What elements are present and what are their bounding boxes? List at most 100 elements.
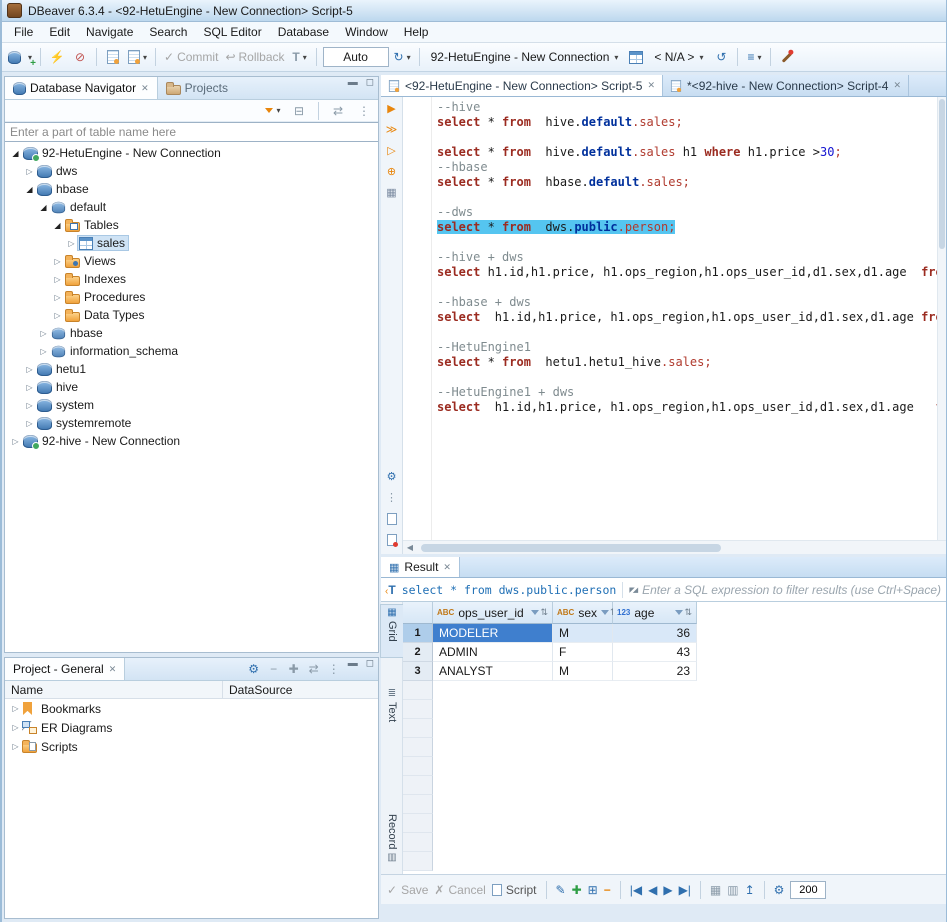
menu-file[interactable]: File (6, 23, 41, 41)
export-script-icon[interactable] (387, 513, 397, 525)
editor-line[interactable] (403, 130, 936, 145)
schema-combo[interactable]: < N/A > ▾ (649, 50, 708, 64)
editor-line[interactable]: select * from hbase.default.sales; (403, 175, 936, 190)
commit-button[interactable]: ✓ Commit (162, 46, 220, 68)
minimize-icon[interactable]: ▬ (344, 77, 362, 99)
expand-arrow-icon[interactable]: ▷ (37, 329, 50, 338)
tree-item-views[interactable]: ▷Views (5, 252, 378, 270)
last-record-icon[interactable]: ▶| (679, 883, 691, 897)
disconnect-button[interactable]: ⊘ (70, 46, 90, 68)
add-row-icon[interactable]: ✚ (572, 883, 582, 897)
editor-line[interactable] (403, 235, 936, 250)
cell-sex[interactable]: M (553, 662, 613, 681)
view-menu-button[interactable]: ⋮ (354, 100, 374, 122)
editor-line[interactable] (403, 325, 936, 340)
maximize-icon[interactable]: ◻ (362, 77, 378, 99)
collapse-arrow-icon[interactable]: ◢ (37, 203, 50, 212)
gear-icon[interactable]: ⚙ (244, 658, 264, 680)
close-icon[interactable]: ✕ (443, 562, 451, 573)
editor-line[interactable]: select h1.id,h1.price, h1.ops_region,h1.… (403, 400, 936, 415)
fetch-size-input[interactable] (790, 881, 826, 899)
tree-item-dws[interactable]: ▷dws (5, 162, 378, 180)
tree-item-tables[interactable]: ◢Tables (5, 216, 378, 234)
open-sql-script-button[interactable]: ▾ (126, 46, 149, 68)
result-query-text[interactable]: select * from dws.public.person (402, 583, 617, 597)
expand-arrow-icon[interactable]: ▷ (23, 419, 36, 428)
editor-line[interactable]: --HetuEngine1 + dws (403, 385, 936, 400)
new-sql-editor-button[interactable] (103, 46, 123, 68)
edit-value-icon[interactable]: ✎ (556, 883, 566, 897)
expand-arrow-icon[interactable]: ▷ (23, 401, 36, 410)
table-row[interactable]: 3ANALYSTM23 (403, 662, 946, 681)
expand-arrow-icon[interactable]: ▷ (51, 257, 64, 266)
editor-line[interactable]: select * from hetu1.hetu1_hive.sales; (403, 355, 936, 370)
filter-icon[interactable]: ⇅ (675, 607, 692, 618)
menu-help[interactable]: Help (396, 23, 437, 41)
tree-item-hbase[interactable]: ◢hbase (5, 180, 378, 198)
tab-database-navigator[interactable]: Database Navigator ✕ (5, 77, 158, 99)
scrollbar-thumb[interactable] (421, 544, 721, 552)
expand-arrow-icon[interactable]: ▷ (9, 437, 22, 446)
expand-button[interactable]: ✚ (284, 658, 304, 680)
table-search-input[interactable] (5, 122, 378, 142)
cell-sex[interactable]: F (553, 643, 613, 662)
rollback-button[interactable]: ↩ Rollback (223, 46, 286, 68)
editor-line[interactable]: select * from dws.public.person; (403, 220, 936, 235)
project-item-bookmarks[interactable]: ▷Bookmarks (5, 699, 378, 718)
editor-line[interactable]: select * from hive.default.sales h1 wher… (403, 145, 936, 160)
menu-sql-editor[interactable]: SQL Editor (195, 23, 269, 41)
expand-arrow-icon[interactable]: ▷ (51, 293, 64, 302)
export-data-icon[interactable]: ↥ (745, 883, 755, 897)
tree-item-hetu1[interactable]: ▷hetu1 (5, 360, 378, 378)
collapse-arrow-icon[interactable]: ◢ (51, 221, 64, 230)
tab-script-4[interactable]: *<92-hive - New Connection> Script-4 ✕ (663, 75, 909, 96)
editor-line[interactable]: select * from hive.default.sales; (403, 115, 936, 130)
duplicate-row-icon[interactable]: ⊞ (588, 883, 598, 897)
link-with-editor-button[interactable]: ⇄ (304, 658, 324, 680)
fetch-all-icon[interactable]: ▥ (727, 883, 738, 897)
connection-combo[interactable]: 92-HetuEngine - New Connection ▾ (426, 50, 624, 64)
tab-project-general[interactable]: Project - General ✕ (5, 658, 125, 680)
row-number[interactable]: 1 (403, 624, 433, 643)
tree-item-92-hetuengine-new-connection[interactable]: ◢92-HetuEngine - New Connection (5, 144, 378, 162)
link-with-editor-button[interactable]: ⇄ (328, 100, 348, 122)
delete-row-icon[interactable]: − (604, 883, 611, 897)
save-button[interactable]: ✓ Save (387, 883, 428, 897)
tab-projects[interactable]: Projects (158, 77, 236, 99)
expand-arrow-icon[interactable]: ▷ (51, 275, 64, 284)
tab-record[interactable]: Record ▥ (381, 812, 403, 870)
cell-ops-user-id[interactable]: MODELER (433, 624, 553, 643)
gear-icon[interactable]: ⚙ (774, 883, 785, 897)
column-header-datasource[interactable]: DataSource (223, 683, 292, 697)
menu-search[interactable]: Search (141, 23, 195, 41)
tree-item-system[interactable]: ▷system (5, 396, 378, 414)
minimize-icon[interactable]: ▬ (344, 658, 362, 680)
scroll-left-icon[interactable]: ◀ (403, 543, 417, 552)
editor-line[interactable] (403, 370, 936, 385)
maximize-icon[interactable]: ◻ (362, 658, 378, 680)
connect-button[interactable]: ⚡ (47, 46, 67, 68)
expand-arrow-icon[interactable]: ▷ (9, 723, 22, 732)
tree-item-92-hive-new-connection[interactable]: ▷92-hive - New Connection (5, 432, 378, 450)
filter-expression-input[interactable]: Enter a SQL expression to filter results… (642, 583, 941, 597)
transaction-mode-button[interactable]: T▾ (290, 46, 310, 68)
column-header-ops-user-id[interactable]: ABCops_user_id⇅ (433, 602, 553, 624)
tab-grid[interactable]: ▦ Grid (381, 605, 403, 657)
expand-arrow-icon[interactable]: ▷ (51, 311, 64, 320)
previous-record-icon[interactable]: ◀ (648, 883, 657, 897)
view-list-button[interactable]: ≡▾ (744, 46, 764, 68)
cancel-button[interactable]: ✗ Cancel (434, 883, 485, 897)
menu-navigate[interactable]: Navigate (78, 23, 141, 41)
commit-mode-combo[interactable]: Auto (323, 47, 389, 67)
menu-edit[interactable]: Edit (41, 23, 78, 41)
view-menu-button[interactable]: ⋮ (324, 658, 344, 680)
table-row[interactable]: 2ADMINF43 (403, 643, 946, 662)
sync-icon[interactable]: ↺ (711, 46, 731, 68)
expand-arrow-icon[interactable]: ▷ (23, 167, 36, 176)
expand-arrow-icon[interactable]: ▷ (23, 383, 36, 392)
expand-arrow-icon[interactable]: ▷ (65, 239, 78, 248)
row-number[interactable]: 2 (403, 643, 433, 662)
tree-item-information-schema[interactable]: ▷information_schema (5, 342, 378, 360)
collapse-arrow-icon[interactable]: ◢ (9, 149, 22, 158)
close-icon[interactable]: ✕ (141, 83, 149, 94)
